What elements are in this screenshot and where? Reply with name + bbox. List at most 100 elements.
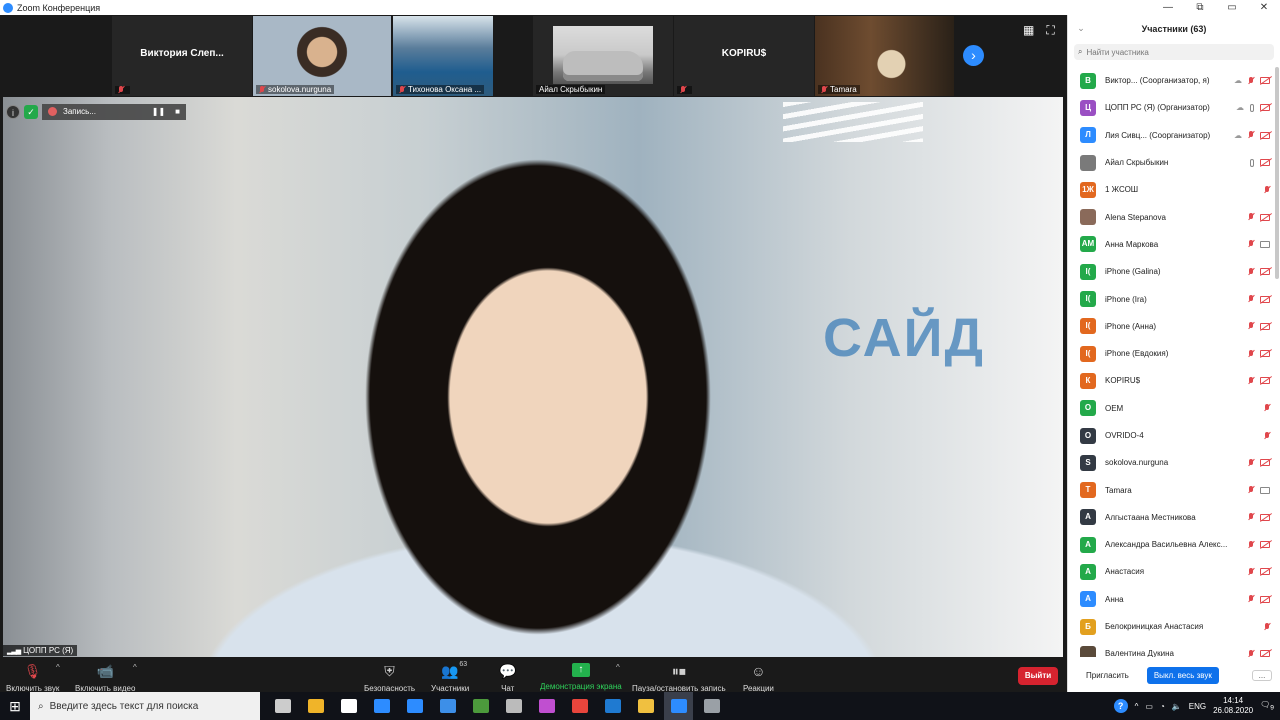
participant-search-input[interactable] <box>1086 47 1257 57</box>
participant-row[interactable]: I(iPhone (Galina) <box>1068 258 1274 285</box>
encryption-shield-icon[interactable]: ✓ <box>24 104 38 119</box>
thumbnail-video[interactable]: sokolova.nurguna <box>253 16 391 96</box>
thumbnail-video[interactable]: Виктория Слеп... <box>112 16 252 96</box>
participant-row[interactable]: А Алгыстаана Местникова <box>1068 504 1274 531</box>
thumbnail-label <box>115 86 130 94</box>
participant-row[interactable]: А Анастасия <box>1068 558 1274 585</box>
share-screen-button[interactable]: ↑ Демонстрация экрана ^ <box>540 663 622 691</box>
app-14-icon[interactable] <box>697 692 726 720</box>
dropbox-icon[interactable] <box>433 692 462 720</box>
participant-row[interactable]: К KOPIRU$ <box>1068 367 1274 394</box>
participant-row[interactable]: А Александра Васильевна Алекс... <box>1068 531 1274 558</box>
panel-footer: Пригласить Выкл. весь звук ... <box>1068 658 1280 692</box>
mute-all-button[interactable]: Выкл. весь звук <box>1146 666 1219 684</box>
participant-row[interactable]: Т Tamara <box>1068 476 1274 503</box>
video-off-icon <box>1260 459 1270 467</box>
pause-stop-icon: ⏸⏹ <box>671 663 686 679</box>
participant-name: Белокриницкая Анастасия <box>1105 622 1204 632</box>
share-options-caret-icon[interactable]: ^ <box>616 663 620 672</box>
video-off-icon <box>1260 377 1270 385</box>
app-8-icon[interactable] <box>499 692 528 720</box>
taskbar-search[interactable]: ⌕ Введите здесь текст для поиска <box>30 692 260 720</box>
participant-row[interactable]: 1Ж 1 ЖСОШ <box>1068 176 1274 203</box>
stop-recording-icon[interactable]: ■ <box>175 107 180 116</box>
start-video-button[interactable]: 📹 Включить видео ^ <box>75 663 137 693</box>
collapse-panel-chevron-icon[interactable]: ⌄ <box>1068 23 1094 34</box>
audio-options-caret-icon[interactable]: ^ <box>56 663 60 672</box>
next-page-arrow-icon[interactable]: › <box>963 45 984 66</box>
participant-avatar: I( <box>1080 263 1096 280</box>
pause-recording-icon[interactable]: ❚❚ <box>152 107 165 116</box>
participant-row[interactable]: Валентина Дукина <box>1068 640 1274 657</box>
minimize-button[interactable]: — <box>1152 2 1184 13</box>
participant-row[interactable]: Б Белокриницкая Анастасия <box>1068 613 1274 640</box>
recording-indicator: Запись... ❚❚ ■ <box>42 103 186 120</box>
edge-icon[interactable] <box>598 692 627 720</box>
more-options-button[interactable]: ... <box>1252 669 1272 681</box>
participant-row[interactable]: АМ Анна Маркова <box>1068 231 1274 258</box>
bluetooth-app-icon[interactable] <box>367 692 396 720</box>
search-icon: ⌕ <box>1078 47 1083 56</box>
video-options-caret-icon[interactable]: ^ <box>133 663 137 672</box>
participant-list-scrollbar[interactable] <box>1275 67 1279 279</box>
mic-muted-icon <box>1248 213 1254 221</box>
notifications-icon[interactable]: 🗨9 <box>1260 700 1274 712</box>
participant-row[interactable]: Ssokolova.nurguna <box>1068 449 1274 476</box>
participants-button[interactable]: 👥 63 Участники <box>431 661 469 693</box>
leave-meeting-button[interactable]: Выйти <box>1018 667 1058 685</box>
thumbnail-video[interactable]: KOPIRU$ <box>674 16 814 96</box>
thumbnail-video[interactable]: Айал Скрыбыкин <box>533 16 673 96</box>
mail-icon[interactable] <box>400 692 429 720</box>
participant-name: iPhone (Ira) <box>1105 294 1147 304</box>
participant-row[interactable]: I(iPhone (Анна) <box>1068 313 1274 340</box>
volume-icon[interactable]: 🔈 <box>1172 702 1182 711</box>
thumbnail-video[interactable]: Tamara <box>815 16 954 96</box>
thumbnail-label: Айал Скрыбыкин <box>536 85 606 94</box>
windows-start-icon[interactable]: ⊞ <box>0 698 30 715</box>
chat-button[interactable]: 💬 Чат <box>499 663 516 693</box>
participant-row[interactable]: Айал Скрыбыкин <box>1068 149 1274 176</box>
meeting-info-icon[interactable]: i <box>6 104 20 119</box>
minecraft-icon[interactable] <box>466 692 495 720</box>
gallery-view-icon[interactable]: ▦ <box>1023 23 1034 38</box>
security-button[interactable]: ⛨ Безопасность <box>364 663 415 693</box>
video-off-icon <box>1260 77 1270 85</box>
active-speaker-video[interactable]: САЙД <box>3 97 1063 657</box>
zoom-icon[interactable] <box>664 692 693 720</box>
participant-row[interactable]: О OVRIDO-4 <box>1068 422 1274 449</box>
participant-row[interactable]: Alena Stepanova <box>1068 203 1274 230</box>
window-title-bar: Zoom Конференция — ⧉ ▭ ✕ <box>0 0 1280 15</box>
participant-row[interactable]: О OEM <box>1068 395 1274 422</box>
participant-row[interactable]: А Анна <box>1068 586 1274 613</box>
chrome-icon[interactable] <box>565 692 594 720</box>
store-icon[interactable] <box>301 692 330 720</box>
battery-icon[interactable]: ▭ <box>1145 702 1153 711</box>
close-button[interactable]: ✕ <box>1248 2 1280 13</box>
participant-status-icons <box>1250 158 1270 167</box>
participant-row[interactable]: I(iPhone (Ira) <box>1068 285 1274 312</box>
participant-row[interactable]: В Виктор... (Соорганизатор, я) ☁ <box>1068 67 1274 94</box>
explorer-icon[interactable] <box>631 692 660 720</box>
maximize-button[interactable]: ▭ <box>1216 2 1248 13</box>
task-view-icon[interactable] <box>268 692 297 720</box>
unmute-button[interactable]: 🎙 Включить звук ^ <box>6 663 60 693</box>
network-icon[interactable]: ◔ <box>1160 702 1165 711</box>
amazon-icon[interactable] <box>334 692 363 720</box>
system-clock[interactable]: 14:14 26.08.2020 <box>1213 696 1253 716</box>
tray-chevron-icon[interactable]: ^ <box>1135 702 1139 711</box>
participant-row[interactable]: I(iPhone (Евдокия) <box>1068 340 1274 367</box>
video-off-icon <box>1260 295 1270 303</box>
participant-search[interactable]: ⌕ <box>1074 44 1274 60</box>
participant-row[interactable]: Ц ЦОПП РС (Я) (Организатор) ☁ <box>1068 94 1274 121</box>
reactions-button[interactable]: ☺ Реакции <box>743 663 774 693</box>
fullscreen-icon[interactable]: ⛶ <box>1046 23 1054 38</box>
participant-row[interactable]: Л Лия Сивц... (Соорганизатор) ☁ <box>1068 122 1274 149</box>
thumbnail-video[interactable]: Тихонова Оксана ... <box>393 16 493 96</box>
thumbnail-label <box>677 86 692 94</box>
app-9-icon[interactable] <box>532 692 561 720</box>
invite-button[interactable]: Пригласить <box>1076 667 1139 684</box>
pause-stop-recording-button[interactable]: ⏸⏹ Пауза/остановить запись <box>632 663 726 693</box>
help-icon[interactable]: ? <box>1113 699 1128 713</box>
input-language[interactable]: ENG <box>1189 702 1206 711</box>
restore-down-button[interactable]: ⧉ <box>1184 2 1216 13</box>
